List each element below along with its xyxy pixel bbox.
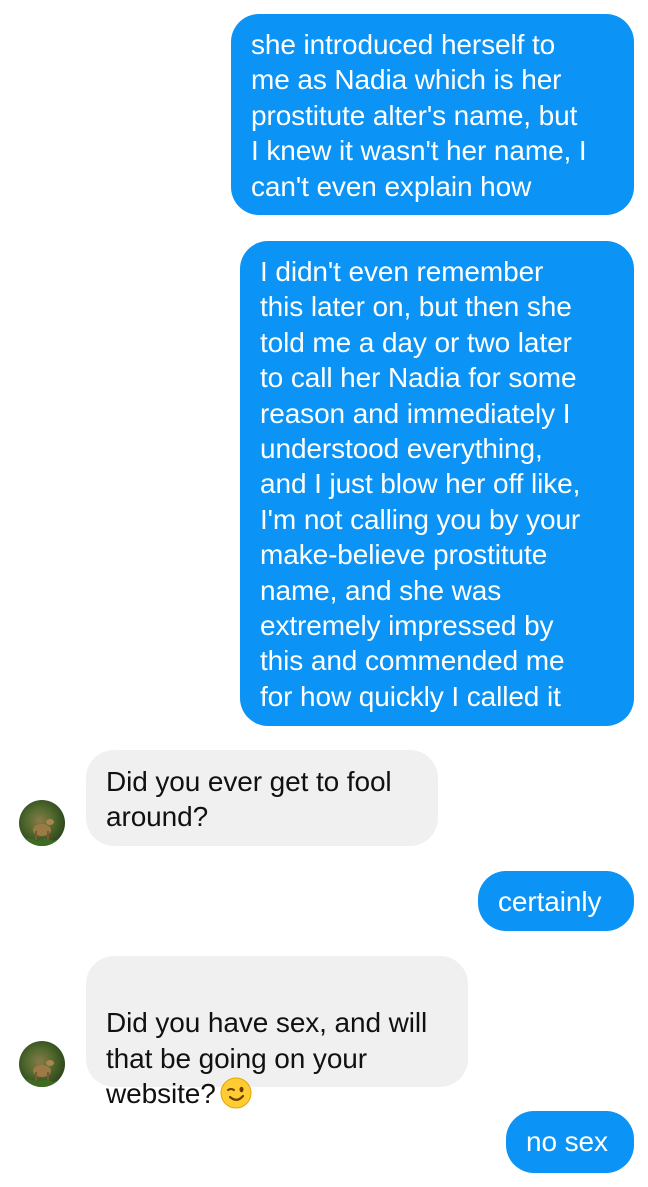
contact-avatar[interactable] xyxy=(19,800,65,846)
contact-avatar[interactable] xyxy=(19,1041,65,1087)
winking-face-icon xyxy=(220,1077,252,1109)
outgoing-message[interactable]: she introduced herself to me as Nadia wh… xyxy=(231,14,634,215)
incoming-message-text: Did you have sex, and will that be going… xyxy=(106,1007,428,1110)
incoming-message[interactable]: Did you ever get to fool around? xyxy=(86,750,438,846)
outgoing-message[interactable]: certainly xyxy=(478,871,634,931)
outgoing-message[interactable]: I didn't even remember this later on, bu… xyxy=(240,241,634,726)
outgoing-message[interactable]: no sex xyxy=(506,1111,634,1173)
incoming-message[interactable]: Did you have sex, and will that be going… xyxy=(86,956,468,1109)
deer-photo-icon xyxy=(19,1060,65,1087)
deer-photo-icon xyxy=(19,819,65,846)
